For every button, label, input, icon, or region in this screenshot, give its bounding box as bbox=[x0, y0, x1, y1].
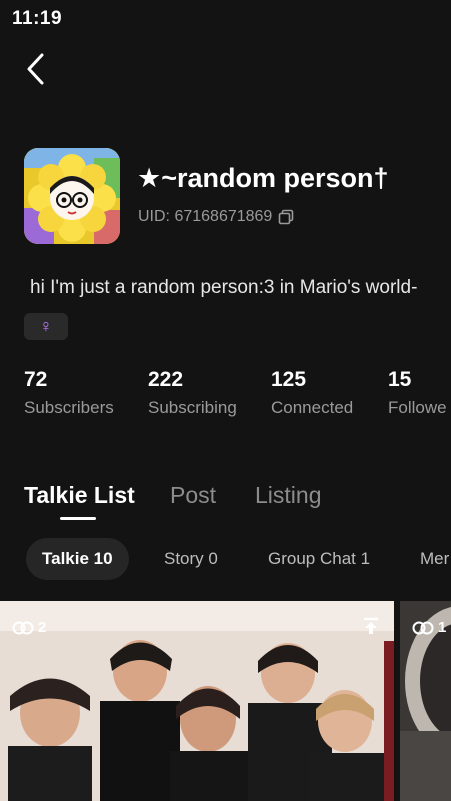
uid-row: UID: 67168671869 bbox=[138, 208, 294, 226]
filter-story[interactable]: Story 0 bbox=[148, 538, 234, 580]
profile-name: ★~random person† bbox=[137, 163, 389, 193]
stat-followers[interactable]: 15 Followe bbox=[388, 368, 451, 418]
copy-icon[interactable] bbox=[278, 209, 294, 225]
link-icon bbox=[12, 621, 34, 634]
avatar-image bbox=[24, 148, 120, 244]
stat-label: Subscribers bbox=[24, 398, 114, 417]
tab-post[interactable]: Post bbox=[170, 482, 216, 509]
stat-subscribing[interactable]: 222 Subscribing bbox=[148, 368, 237, 418]
active-tab-indicator bbox=[60, 517, 96, 520]
uid-text: UID: 67168671869 bbox=[138, 208, 273, 225]
stat-value: 125 bbox=[271, 368, 307, 391]
stat-value: 222 bbox=[148, 368, 184, 391]
filter-group-chat[interactable]: Group Chat 1 bbox=[252, 538, 386, 580]
link-count-value: 1 bbox=[438, 619, 447, 636]
female-icon: ♀ bbox=[39, 316, 53, 336]
link-count: 2 bbox=[12, 619, 46, 636]
bio-text: hi I'm just a random person:3 in Mario's… bbox=[30, 277, 418, 298]
stat-subscribers[interactable]: 72 Subscribers bbox=[24, 368, 114, 418]
avatar[interactable] bbox=[24, 148, 120, 244]
talkie-card[interactable]: 1 bbox=[400, 601, 451, 801]
gender-badge: ♀ bbox=[24, 313, 68, 340]
link-count: 1 bbox=[412, 619, 446, 636]
stat-value: 72 bbox=[24, 368, 48, 391]
back-arrow-icon bbox=[27, 53, 44, 85]
filter-talkie[interactable]: Talkie 10 bbox=[26, 538, 129, 580]
card-cover-image bbox=[0, 601, 394, 801]
back-button[interactable] bbox=[22, 52, 52, 86]
stat-connected[interactable]: 125 Connected bbox=[271, 368, 353, 418]
filter-more[interactable]: Mer bbox=[404, 538, 451, 580]
link-count-value: 2 bbox=[38, 619, 47, 636]
status-time: 11:19 bbox=[12, 8, 63, 29]
link-icon bbox=[412, 621, 434, 634]
tab-listing[interactable]: Listing bbox=[255, 482, 321, 509]
pin-to-top-icon[interactable] bbox=[362, 617, 380, 635]
stat-label: Followe bbox=[388, 398, 447, 417]
talkie-card[interactable]: 2 bbox=[0, 601, 394, 801]
tab-talkie-list[interactable]: Talkie List bbox=[24, 482, 135, 509]
stat-value: 15 bbox=[388, 368, 412, 391]
stat-label: Subscribing bbox=[148, 398, 237, 417]
stat-label: Connected bbox=[271, 398, 354, 417]
